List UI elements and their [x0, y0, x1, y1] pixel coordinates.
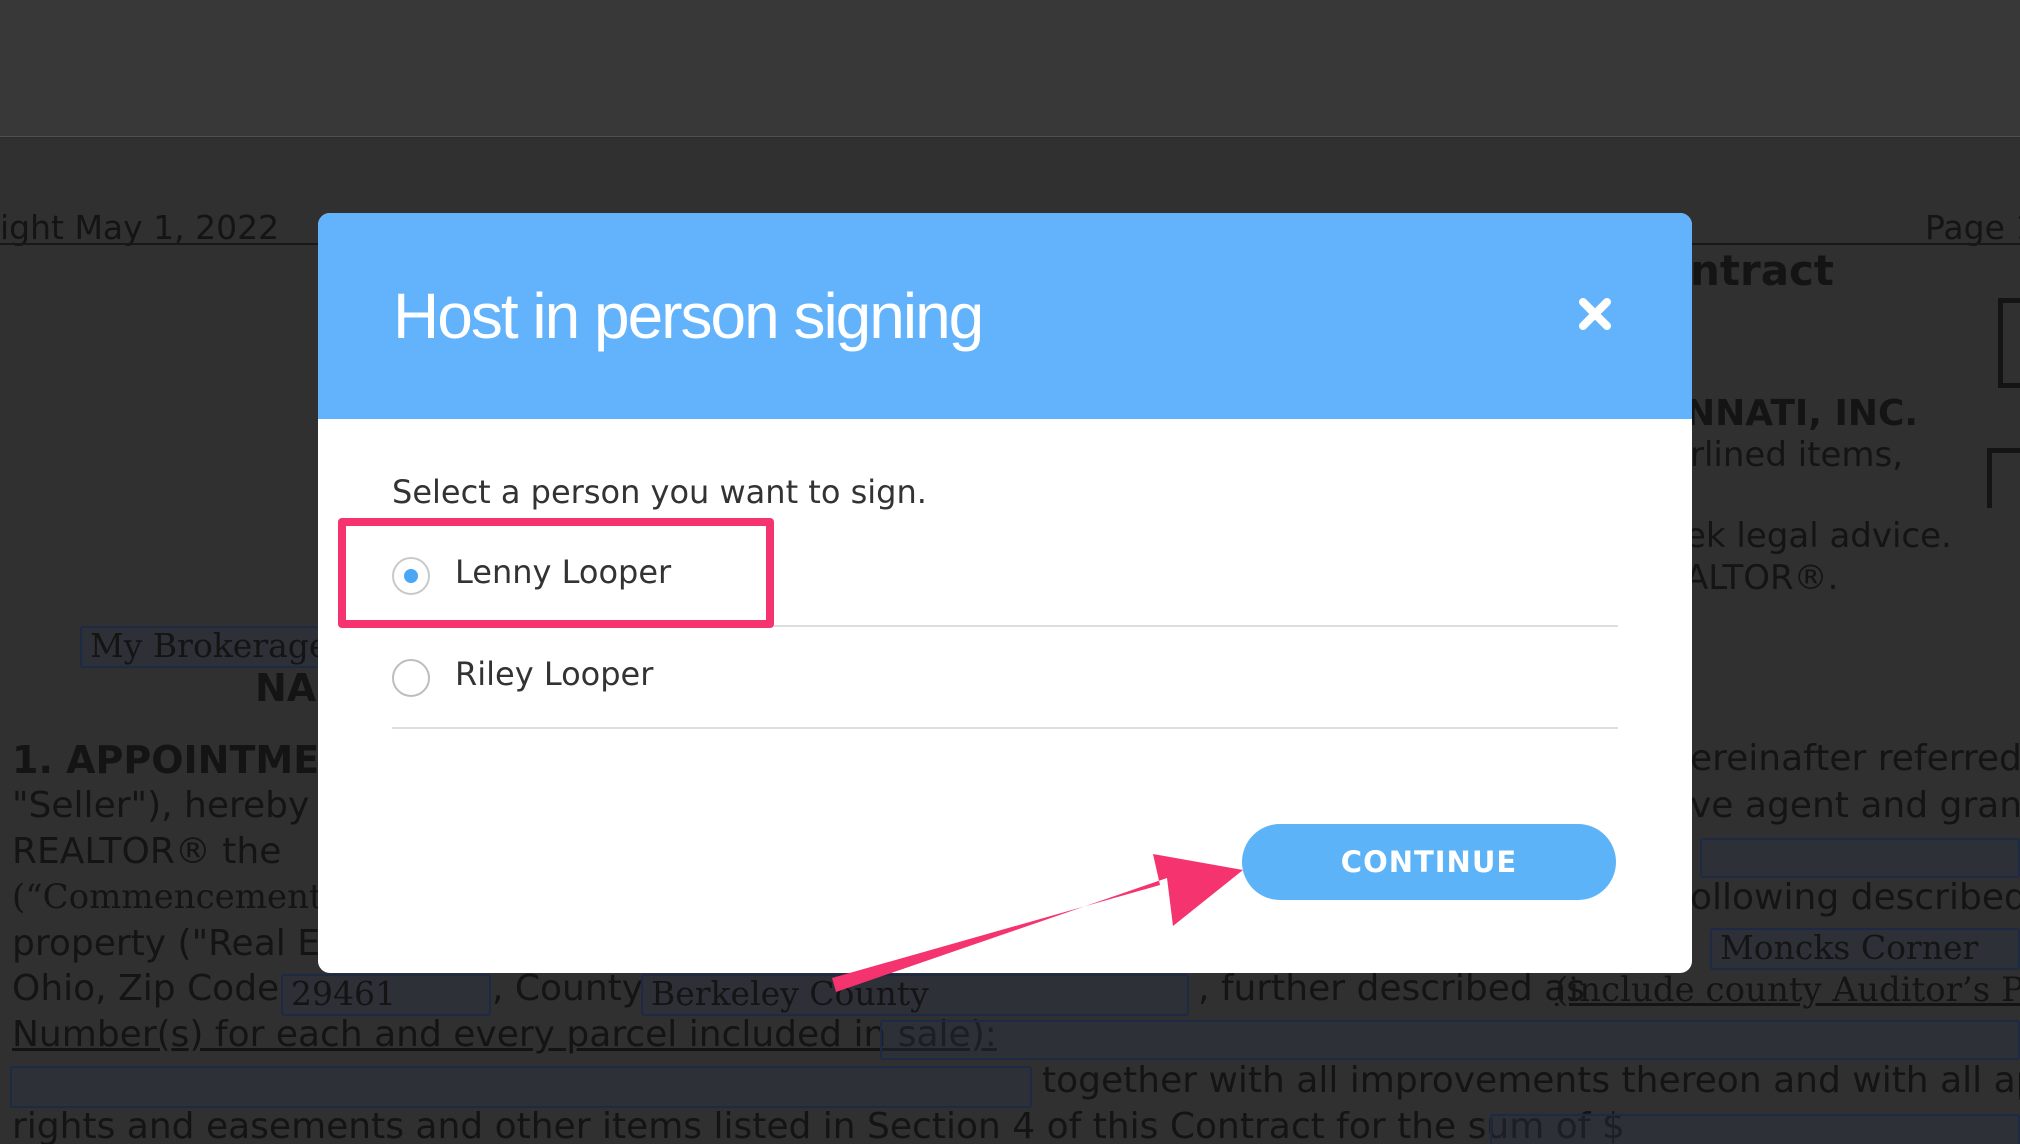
close-icon — [1579, 298, 1611, 330]
signer-label: Riley Looper — [455, 655, 654, 693]
doc-line-realtor: ALTOR®. — [1685, 558, 1839, 598]
modal-title: Host in person signing — [393, 280, 984, 352]
continue-button[interactable]: CONTINUE — [1242, 824, 1616, 900]
county-field[interactable]: Berkeley County — [641, 974, 1189, 1016]
doc-line-seller: "Seller"), hereby — [12, 785, 310, 826]
zip-field[interactable]: 29461 — [281, 974, 491, 1016]
equal-housing-icon — [1987, 448, 2020, 508]
blank-field-1[interactable] — [1700, 838, 2020, 878]
highlight-annotation — [338, 518, 774, 628]
doc-title: ntract — [1690, 246, 1835, 295]
close-button[interactable] — [1576, 295, 1614, 333]
doc-line-following: ollowing described — [1690, 877, 2020, 918]
doc-line-referred: ereinafter referred t — [1690, 738, 2020, 779]
doc-section-label: 1. APPOINTME — [12, 738, 320, 782]
modal-header: Host in person signing — [318, 213, 1692, 419]
parcel-field[interactable] — [880, 1020, 2020, 1060]
doc-line-together: together with all improvements thereon a… — [1042, 1060, 2020, 1101]
city-field[interactable]: Moncks Corner — [1710, 928, 2020, 970]
app-toolbar — [0, 0, 2020, 137]
doc-header-left: ight May 1, 2022 — [0, 208, 280, 247]
doc-line-agent: ve agent and grant — [1690, 785, 2020, 826]
doc-line-property: property ("Real E — [12, 923, 320, 964]
signer-option-riley-looper[interactable]: Riley Looper — [392, 627, 1618, 729]
logo-fragment — [1998, 298, 2020, 388]
doc-line-ohio: Ohio, Zip Code — [12, 968, 280, 1009]
doc-line-rights: rights and easements and other items lis… — [12, 1106, 1625, 1144]
parcel-field-2[interactable] — [10, 1066, 1032, 1108]
doc-line-underlined: rlined items, — [1690, 435, 1904, 475]
doc-line-numbers: Number(s) for each and every parcel incl… — [12, 1014, 997, 1055]
doc-org: NNATI, INC. — [1685, 393, 1919, 434]
doc-line-legal: ek legal advice. — [1685, 516, 1952, 556]
doc-line-commencement: (“Commencement — [12, 877, 323, 917]
doc-line-further: , further described as — [1198, 968, 1585, 1009]
doc-line-include: (include county Auditor’s Pa — [1555, 970, 2020, 1010]
doc-header-right: Page 1 — [1925, 208, 2020, 247]
doc-name-label: NA — [255, 666, 317, 710]
doc-line-realtor2: REALTOR® the — [12, 831, 282, 872]
select-person-prompt: Select a person you want to sign. — [392, 473, 927, 511]
brokerage-field[interactable]: My Brokerage — [80, 626, 320, 668]
price-field[interactable] — [1490, 1114, 2020, 1144]
radio-button-unselected[interactable] — [392, 659, 430, 697]
option-divider — [392, 727, 1618, 729]
doc-line-county: , County — [492, 968, 644, 1009]
